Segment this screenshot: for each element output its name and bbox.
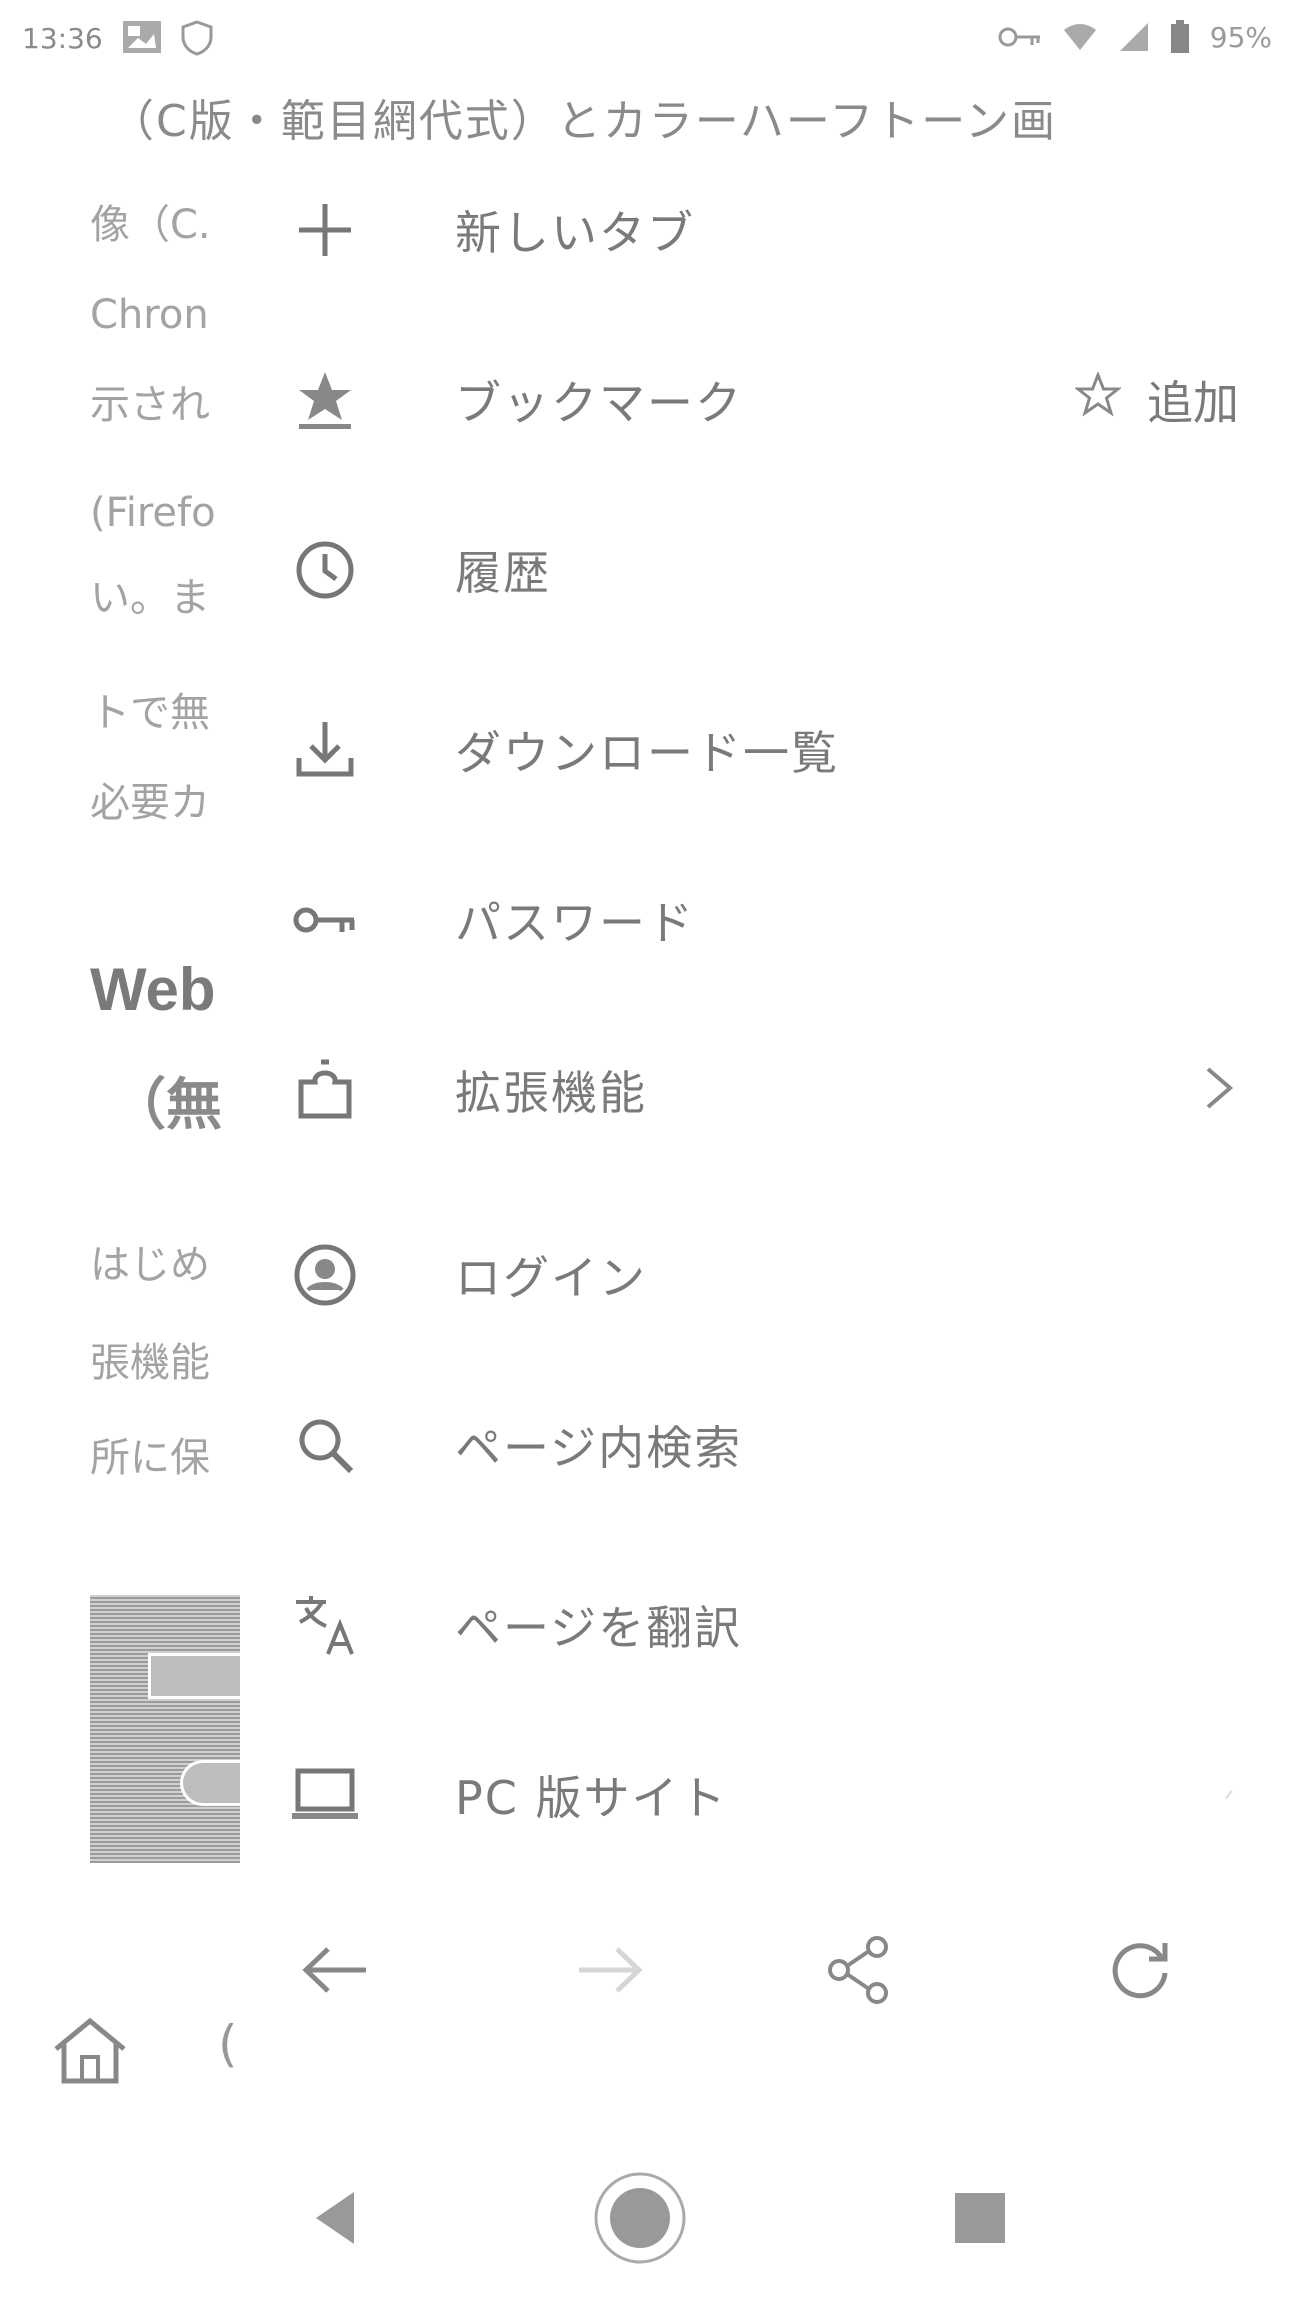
- download-icon: [290, 715, 360, 785]
- page-text-line: 張機能: [90, 1340, 210, 1386]
- translate-icon: [290, 1590, 360, 1660]
- status-bar: 13:36 95%: [0, 0, 1294, 90]
- status-time: 13:36: [22, 22, 103, 55]
- back-triangle-icon[interactable]: [280, 2168, 390, 2268]
- menu-item-downloads[interactable]: ダウンロード一覧: [240, 670, 1294, 830]
- menu-item-label: ログイン: [455, 1251, 647, 1305]
- menu-item-translate[interactable]: ページを翻訳: [240, 1545, 1294, 1705]
- menu-item-find-in-page[interactable]: ページ内検索: [240, 1365, 1294, 1525]
- recents-square-icon[interactable]: [925, 2168, 1035, 2268]
- account-icon: [290, 1240, 360, 1310]
- menu-item-new-tab[interactable]: 新しいタブ: [240, 150, 1294, 310]
- menu-item-passwords[interactable]: パスワード: [240, 840, 1294, 1000]
- plus-icon: [290, 195, 360, 265]
- page-text-line: はじめ: [90, 1242, 210, 1288]
- menu-item-history[interactable]: 履歴: [240, 490, 1294, 650]
- menu-item-label: パスワード: [455, 896, 695, 950]
- browser-screen: 13:36 95% （C版・範目網代式）とカラーハーフトーン画 像（C. Chr…: [0, 0, 1294, 2300]
- image-notification-icon: [122, 20, 162, 54]
- menu-item-desktop-site[interactable]: PC 版サイト: [240, 1715, 1294, 1875]
- add-bookmark-button[interactable]: 追加: [1073, 367, 1239, 433]
- page-text-line: (Firefo: [90, 490, 216, 536]
- menu-item-label: 拡張機能: [455, 1066, 647, 1120]
- share-icon[interactable]: [815, 1930, 905, 2010]
- overflow-menu: 新しいタブ ブックマーク 追加 履歴 ダウンロード一覧 パスワード 拡張機能 ロ…: [240, 150, 1294, 2110]
- add-bookmark-label: 追加: [1147, 376, 1239, 430]
- key-icon: [290, 885, 360, 955]
- signal-icon: [1118, 21, 1150, 53]
- page-text-line: 必要カ: [90, 780, 210, 826]
- menu-item-label: PC 版サイト: [455, 1771, 728, 1825]
- search-icon: [290, 1410, 360, 1480]
- menu-item-label: ページ内検索: [455, 1421, 743, 1475]
- forward-arrow-icon[interactable]: [565, 1930, 655, 2010]
- battery-icon: [1170, 20, 1190, 54]
- menu-item-label: ブックマーク: [455, 376, 743, 430]
- page-text-line: トで無: [90, 690, 210, 736]
- wifi-icon: [1062, 22, 1098, 52]
- menu-item-extensions[interactable]: 拡張機能: [240, 1010, 1294, 1170]
- desktop-site-checkbox[interactable]: [1224, 1786, 1234, 1805]
- status-icons: 95%: [998, 20, 1272, 54]
- menu-toolbar: [240, 1890, 1294, 2050]
- reload-icon[interactable]: [1095, 1930, 1185, 2010]
- shield-icon: [180, 20, 220, 56]
- menu-item-label: 新しいタブ: [455, 206, 695, 260]
- menu-item-label: 履歴: [455, 546, 551, 600]
- clock-icon: [290, 535, 360, 605]
- key-status-icon: [998, 25, 1042, 49]
- puzzle-icon: [290, 1055, 360, 1125]
- battery-percent: 95%: [1209, 20, 1272, 54]
- home-icon[interactable]: [50, 2015, 130, 2089]
- page-text-line: 示され: [90, 382, 210, 428]
- page-subheading: （無: [110, 1073, 222, 1138]
- back-arrow-icon[interactable]: [290, 1930, 380, 2010]
- menu-item-bookmarks[interactable]: ブックマーク 追加: [240, 320, 1294, 480]
- star-filled-icon: [290, 365, 360, 435]
- page-text-line: 所に保: [90, 1435, 210, 1481]
- laptop-icon: [290, 1760, 360, 1830]
- home-circle-icon[interactable]: [585, 2168, 695, 2268]
- page-heading: Web: [90, 956, 216, 1023]
- page-title-line: （C版・範目網代式）とカラーハーフトーン画: [110, 96, 1058, 147]
- menu-item-login[interactable]: ログイン: [240, 1195, 1294, 1355]
- page-text-line: Chron: [90, 292, 209, 338]
- page-text-line: 像（C.: [90, 202, 211, 248]
- menu-item-label: ダウンロード一覧: [455, 726, 839, 780]
- page-text-line: い。ま: [90, 575, 210, 621]
- menu-item-label: ページを翻訳: [455, 1601, 743, 1655]
- page-thumbnail-image: [90, 1595, 240, 1863]
- system-nav-bar: [0, 2110, 1294, 2300]
- page-partial-text: (: [218, 2015, 238, 2073]
- star-outline-icon: [1073, 370, 1123, 429]
- chevron-right-icon: [1204, 1065, 1234, 1115]
